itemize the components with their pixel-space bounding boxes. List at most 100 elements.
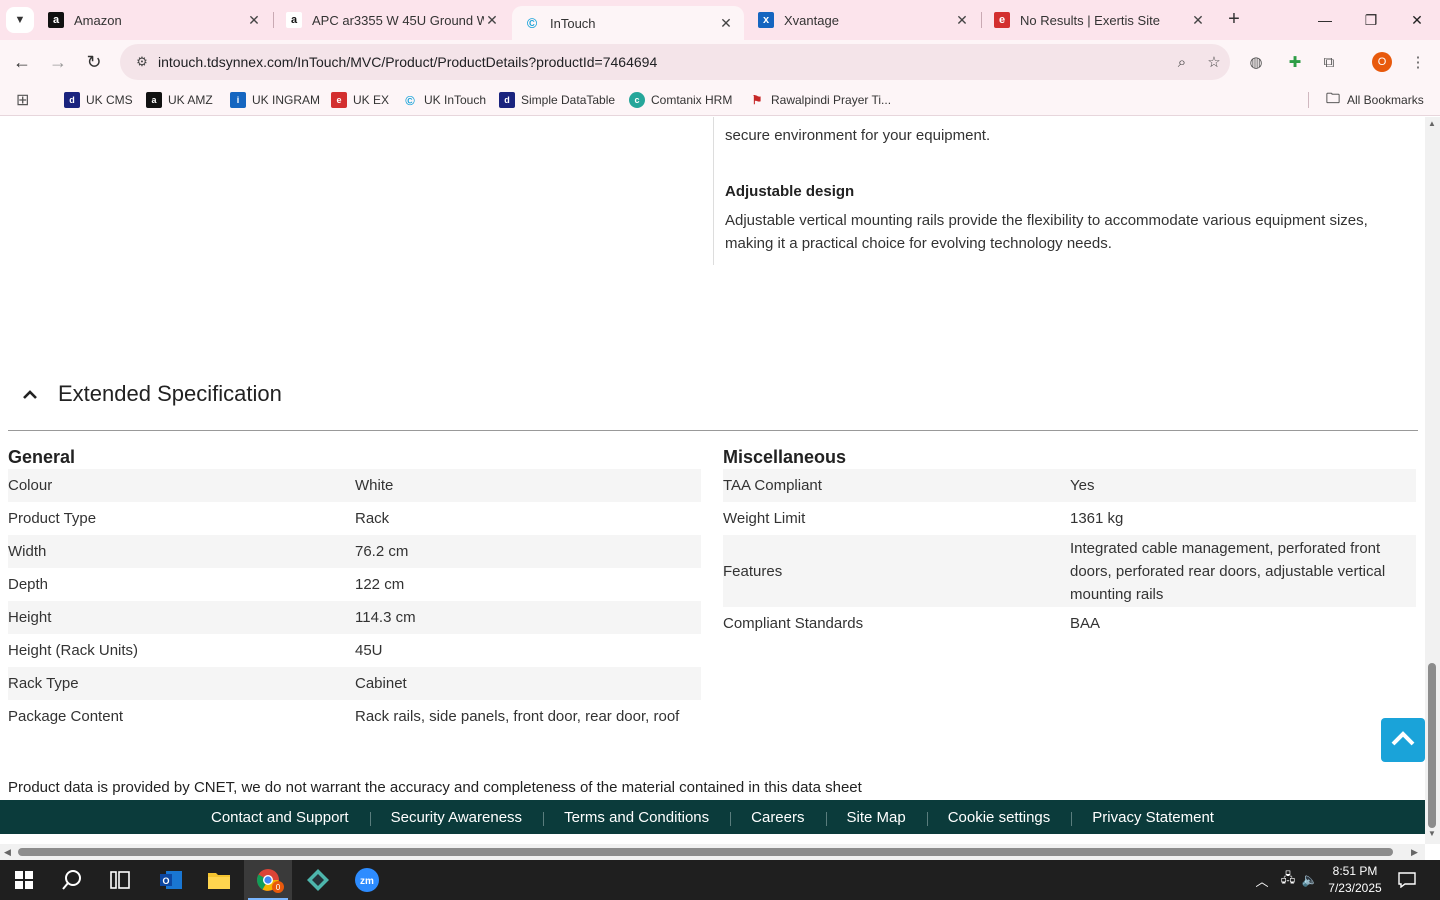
- close-icon[interactable]: ✕: [954, 12, 970, 29]
- vertical-scrollbar[interactable]: ▲ ▼: [1425, 117, 1440, 844]
- extension-puzzle-green-icon[interactable]: ✚: [1283, 50, 1307, 74]
- spec-row: Rack Type Cabinet: [8, 667, 701, 700]
- spec-value: Yes: [1070, 477, 1095, 494]
- bookmark-uk-cms[interactable]: d UK CMS: [64, 91, 133, 109]
- bookmarks-bar: ⊞ d UK CMS a UK AMZ i UK INGRAM e UK EX …: [0, 84, 1440, 116]
- footer-link-contact[interactable]: Contact and Support: [190, 809, 370, 826]
- back-button[interactable]: ←: [8, 48, 36, 76]
- tab-search-button[interactable]: ▼: [6, 7, 34, 33]
- bookmark-star-icon[interactable]: ☆: [1198, 53, 1230, 71]
- task-view-icon: [110, 871, 130, 889]
- scroll-right-arrow-icon[interactable]: ▶: [1411, 847, 1418, 858]
- vertical-scroll-thumb[interactable]: [1428, 663, 1436, 828]
- spec-value: 45U: [355, 642, 383, 659]
- folder-icon: 🗀: [1326, 90, 1340, 106]
- bookmark-uk-intouch[interactable]: © UK InTouch: [402, 91, 486, 109]
- misc-spec-table: TAA Compliant Yes Weight Limit 1361 kg Fea…: [723, 469, 1416, 640]
- close-icon[interactable]: ✕: [484, 12, 500, 29]
- show-hidden-icons-button[interactable]: ︿: [1250, 860, 1274, 900]
- translate-icon[interactable]: ◍: [1244, 50, 1268, 74]
- close-icon[interactable]: ✕: [246, 12, 262, 29]
- misc-spec-column: Miscellaneous TAA Compliant Yes Weight Li…: [723, 445, 1416, 640]
- close-window-button[interactable]: ✕: [1394, 0, 1440, 40]
- horizontal-scroll-thumb[interactable]: [18, 848, 1393, 856]
- tdsynnex-icon: d: [64, 92, 80, 108]
- ingram-icon: i: [230, 92, 246, 108]
- back-to-top-button[interactable]: [1381, 718, 1425, 762]
- address-bar[interactable]: ⚙ intouch.tdsynnex.com/InTouch/MVC/Produ…: [120, 44, 1230, 80]
- bookmark-rawalpindi-prayer[interactable]: ⚑ Rawalpindi Prayer Ti...: [749, 91, 891, 109]
- horizontal-scrollbar[interactable]: ◀ ▶: [0, 844, 1425, 860]
- profile-avatar[interactable]: O: [1372, 52, 1392, 72]
- chevron-up-icon: ︿: [1255, 873, 1269, 889]
- notification-center-button[interactable]: [1394, 860, 1420, 900]
- extended-spec-toggle[interactable]: Extended Specification: [22, 381, 282, 407]
- new-tab-button[interactable]: +: [1222, 8, 1246, 32]
- browser-toolbar: ← → ↻ ⚙ intouch.tdsynnex.com/InTouch/MVC…: [0, 40, 1440, 84]
- spec-row: Width 76.2 cm: [8, 535, 701, 568]
- tab-exertis[interactable]: e No Results | Exertis Site ✕: [982, 0, 1216, 40]
- apps-grid-icon[interactable]: ⊞: [16, 91, 29, 109]
- tab-strip: ▼ a Amazon ✕ a APC ar3355 W 45U Ground W…: [0, 0, 1440, 40]
- footer-link-careers[interactable]: Careers: [730, 809, 825, 826]
- taskbar-chrome[interactable]: 0: [244, 860, 292, 900]
- site-info-icon[interactable]: ⚙: [126, 54, 158, 70]
- tab-title: InTouch: [550, 15, 596, 31]
- reload-button[interactable]: ↻: [80, 48, 108, 76]
- task-view-button[interactable]: [96, 860, 144, 900]
- spec-row: Depth 122 cm: [8, 568, 701, 601]
- tab-title: Xvantage: [784, 12, 839, 28]
- bookmark-uk-amz[interactable]: a UK AMZ: [146, 91, 213, 109]
- site-footer: Contact and Support Security Awareness T…: [0, 800, 1425, 834]
- network-icon[interactable]: 🖧: [1276, 860, 1300, 900]
- taskbar-app-diamond[interactable]: [294, 860, 342, 900]
- tab-amazon[interactable]: a Amazon ✕: [36, 0, 272, 40]
- bookmark-simple-datatable[interactable]: d Simple DataTable: [499, 91, 615, 109]
- taskbar-clock[interactable]: 8:51 PM 7/23/2025: [1320, 863, 1390, 897]
- taskbar-zoom[interactable]: zm: [343, 860, 391, 900]
- scroll-down-arrow-icon[interactable]: ▼: [1428, 829, 1436, 838]
- bookmark-label: Simple DataTable: [521, 93, 616, 107]
- footer-link-cookies[interactable]: Cookie settings: [926, 809, 1072, 826]
- more-menu-icon[interactable]: ⋮: [1406, 50, 1430, 74]
- taskbar-outlook[interactable]: O: [147, 860, 195, 900]
- bookmark-comtanix-hrm[interactable]: c Comtanix HRM: [629, 91, 732, 109]
- footer-link-terms[interactable]: Terms and Conditions: [543, 809, 730, 826]
- footer-link-security[interactable]: Security Awareness: [369, 809, 543, 826]
- spec-row: Package Content Rack rails, side panels, …: [8, 700, 701, 733]
- zoom-icon[interactable]: ⌕: [1166, 54, 1198, 71]
- notification-icon: [1398, 872, 1416, 888]
- search-button[interactable]: [48, 860, 96, 900]
- all-bookmarks-label: All Bookmarks: [1347, 93, 1424, 107]
- volume-muted-icon[interactable]: 🔈: [1298, 860, 1322, 900]
- tab-xvantage[interactable]: x Xvantage ✕: [746, 0, 980, 40]
- scroll-left-arrow-icon[interactable]: ◀: [4, 847, 11, 858]
- close-icon[interactable]: ✕: [1190, 12, 1206, 29]
- close-icon[interactable]: ✕: [718, 15, 734, 32]
- tab-intouch[interactable]: © InTouch ✕: [512, 6, 744, 40]
- scroll-up-arrow-icon[interactable]: ▲: [1428, 119, 1436, 128]
- chrome-profile-badge: 0: [272, 881, 284, 893]
- amazon-icon: a: [286, 12, 302, 28]
- spec-value: Rack: [355, 510, 390, 527]
- forward-button[interactable]: →: [44, 48, 72, 76]
- section-rule: [8, 430, 1418, 431]
- page-content: secure environment for your equipment. A…: [0, 117, 1425, 844]
- chevron-down-icon: ▼: [14, 14, 26, 26]
- tab-title: APC ar3355 W 45U Ground Wh: [312, 12, 484, 28]
- taskbar-file-explorer[interactable]: [195, 860, 243, 900]
- footer-link-privacy[interactable]: Privacy Statement: [1071, 809, 1235, 826]
- bookmark-label: UK InTouch: [424, 93, 487, 107]
- spec-value: White: [355, 477, 394, 494]
- amazon-icon: a: [146, 92, 162, 108]
- start-button[interactable]: [0, 860, 48, 900]
- bookmark-uk-ex[interactable]: e UK EX: [331, 91, 389, 109]
- extensions-icon[interactable]: ⧉: [1317, 50, 1341, 74]
- tab-apc[interactable]: a APC ar3355 W 45U Ground Wh ✕: [274, 0, 510, 40]
- minimize-button[interactable]: —: [1302, 0, 1348, 40]
- all-bookmarks-button[interactable]: 🗀 All Bookmarks: [1325, 90, 1424, 109]
- restore-button[interactable]: ❐: [1348, 0, 1394, 40]
- bookmark-uk-ingram[interactable]: i UK INGRAM: [230, 91, 320, 109]
- url-text[interactable]: intouch.tdsynnex.com/InTouch/MVC/Product…: [158, 54, 1166, 70]
- footer-link-sitemap[interactable]: Site Map: [825, 809, 927, 826]
